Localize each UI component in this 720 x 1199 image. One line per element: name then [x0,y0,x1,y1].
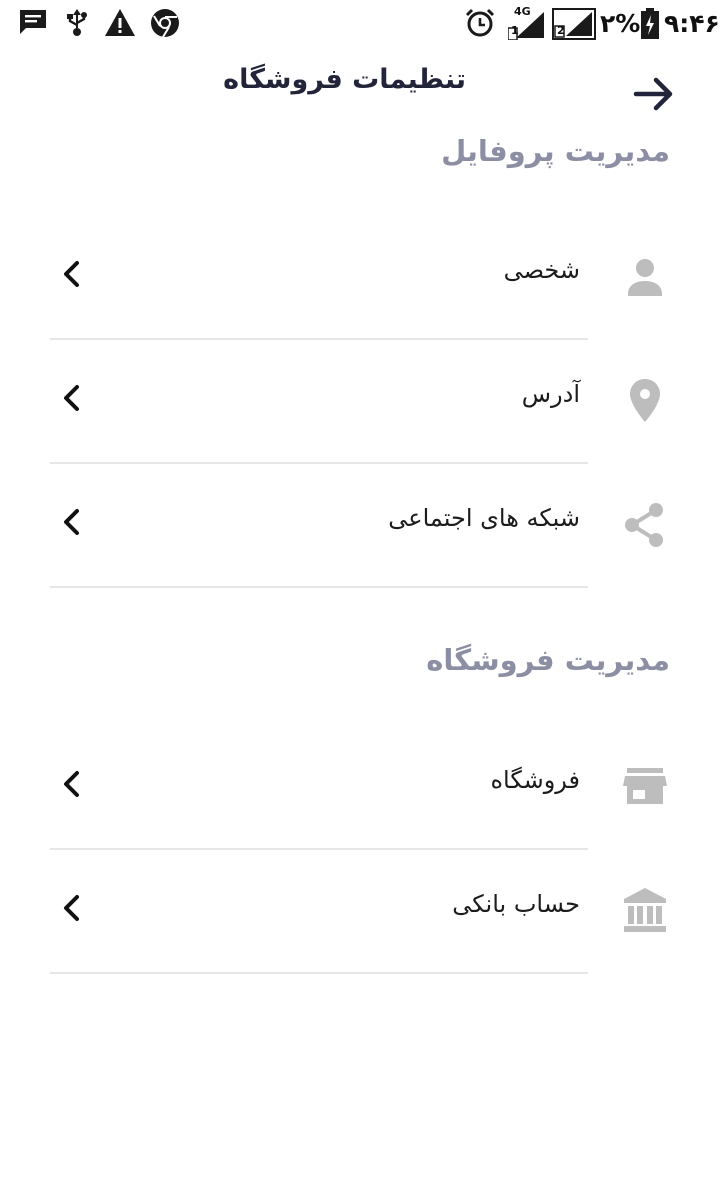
store-icon [623,768,667,804]
menu-item-store[interactable]: فروشگاه [50,726,670,850]
chevron-left-icon [64,385,79,411]
battery-charging-icon [641,8,659,39]
bank-icon [624,888,666,932]
share-icon [625,503,663,547]
chevron-left-icon [64,509,79,535]
warning-icon [105,9,135,36]
divider [50,972,588,974]
menu-item-bank-account[interactable]: حساب بانکی [50,850,670,974]
person-icon [628,259,662,296]
menu-item-label: شخصی [503,256,580,284]
back-arrow-icon[interactable] [632,74,676,114]
usb-icon [67,9,87,36]
menu-item-personal[interactable]: شخصی [50,216,670,340]
page-title: تنظیمات فروشگاه [223,64,466,95]
divider [50,586,588,588]
menu-item-label: حساب بانکی [452,890,580,918]
menu-item-label: شبکه های اجتماعی [388,504,580,532]
battery-percent: ۲% [600,9,641,38]
sim1-label: 1 [511,24,519,37]
section-title-profile: مدیریت پروفایل [441,134,670,168]
section-title-store: مدیریت فروشگاه [426,643,670,677]
app-header: تنظیمات فروشگاه [0,48,720,118]
chrome-icon [151,9,179,38]
chevron-left-icon [64,895,79,921]
sim2-label: 2 [557,24,565,37]
clock: ۹:۴۶ [664,9,720,38]
chevron-left-icon [64,771,79,797]
menu-item-label: فروشگاه [490,766,580,794]
location-pin-icon [630,379,660,422]
message-notification-icon [20,10,46,34]
menu-item-social-networks[interactable]: شبکه های اجتماعی [50,464,670,588]
chevron-left-icon [64,261,79,287]
menu-item-address[interactable]: آدرس [50,340,670,464]
alarm-icon [465,8,495,37]
menu-item-label: آدرس [521,380,580,408]
status-bar: 4G 1 2 ۲% ۹:۴۶ [0,0,720,48]
